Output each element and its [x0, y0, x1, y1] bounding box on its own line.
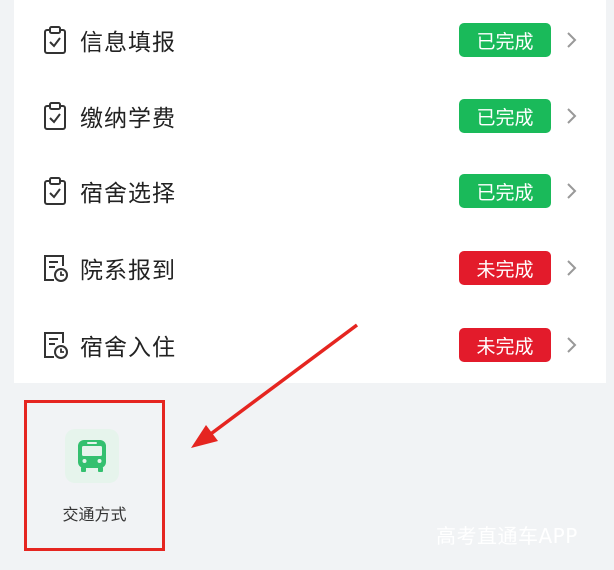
transport-label: 交通方式: [62, 505, 127, 524]
transport-highlight-box: 交通方式: [24, 400, 165, 551]
step-row-pay-tuition[interactable]: 缴纳学费 已完成: [14, 78, 606, 154]
status-badge: 已完成: [459, 23, 551, 57]
step-row-dorm-checkin[interactable]: 宿舍入住 未完成: [14, 307, 606, 383]
step-label: 缴纳学费: [80, 106, 176, 132]
bus-icon: [78, 440, 106, 472]
document-clock-icon: [44, 332, 68, 359]
watermark: 高考直通车APP: [436, 524, 578, 548]
bus-tile: [65, 429, 119, 483]
status-badge: 未完成: [459, 328, 551, 362]
chevron-right-icon: [567, 260, 577, 276]
step-label: 院系报到: [80, 258, 176, 284]
step-label: 宿舍选择: [80, 181, 176, 207]
clipboard-check-icon: [44, 177, 66, 205]
step-row-info-fill[interactable]: 信息填报 已完成: [14, 2, 606, 78]
status-badge: 已完成: [459, 99, 551, 133]
transport-button[interactable]: 交通方式: [27, 403, 162, 548]
clipboard-check-icon: [44, 102, 66, 130]
chevron-right-icon: [567, 337, 577, 353]
chevron-right-icon: [567, 183, 577, 199]
document-clock-icon: [44, 255, 68, 282]
status-badge: 已完成: [459, 174, 551, 208]
step-label: 宿舍入住: [80, 335, 176, 361]
step-row-dorm-select[interactable]: 宿舍选择 已完成: [14, 153, 606, 229]
step-label: 信息填报: [80, 30, 176, 56]
step-row-department-checkin[interactable]: 院系报到 未完成: [14, 230, 606, 306]
chevron-right-icon: [567, 32, 577, 48]
registration-steps-card: 信息填报 已完成 缴纳学费 已完成 宿舍选择 已完成 院系报到 未完成 宿舍入住…: [14, 0, 606, 383]
clipboard-check-icon: [44, 26, 66, 54]
status-badge: 未完成: [459, 251, 551, 285]
chevron-right-icon: [567, 108, 577, 124]
